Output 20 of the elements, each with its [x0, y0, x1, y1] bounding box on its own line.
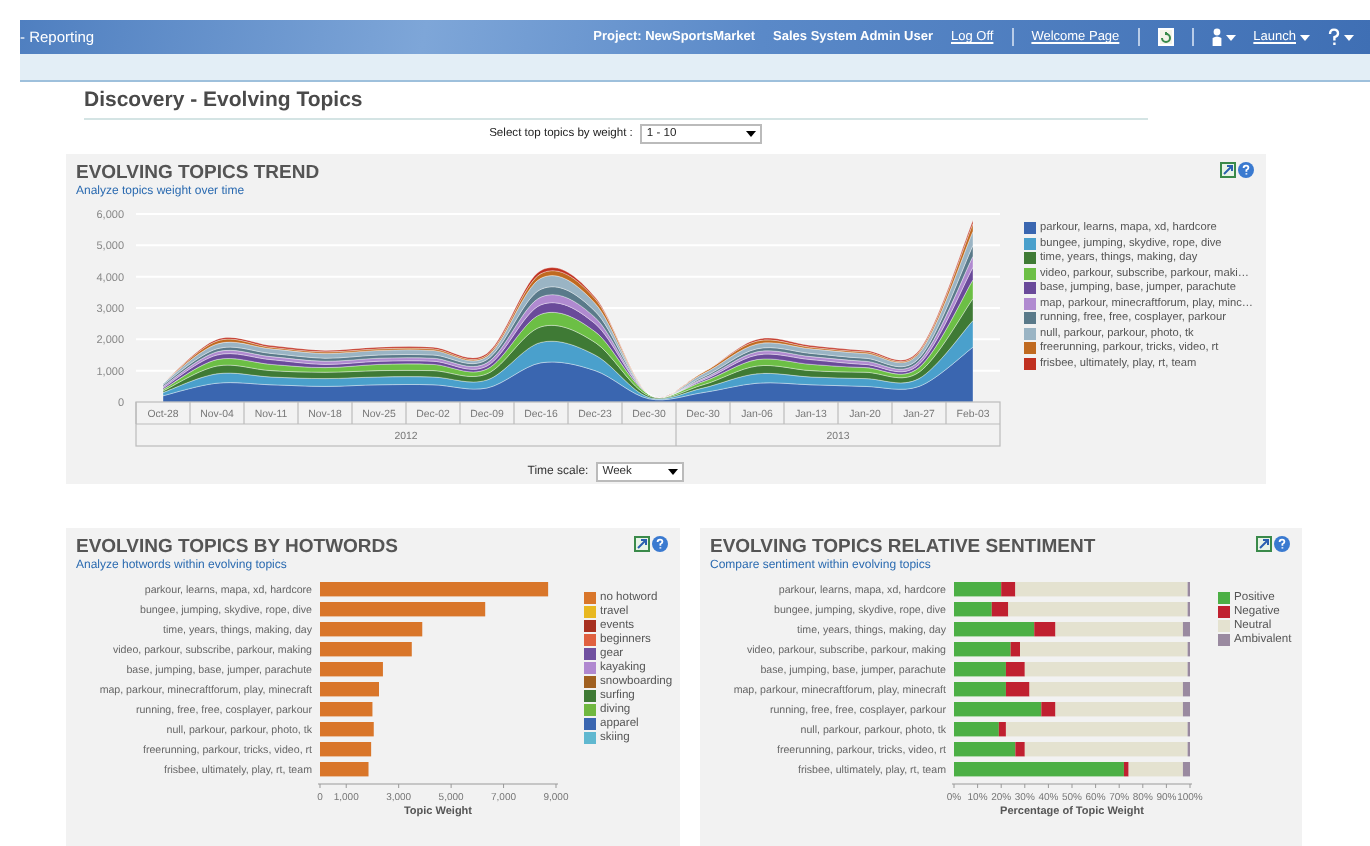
user-menu-button[interactable]	[1211, 28, 1236, 46]
panel-title: EVOLVING TOPICS TREND	[76, 162, 320, 184]
export-icon[interactable]	[1255, 536, 1272, 552]
person-icon	[1211, 28, 1222, 46]
help-icon[interactable]	[1273, 536, 1290, 552]
help-menu-button[interactable]	[1328, 28, 1354, 46]
help-icon	[1328, 28, 1340, 46]
help-icon[interactable]	[1238, 162, 1254, 178]
caret-icon	[1300, 33, 1310, 41]
caret-icon	[1344, 33, 1354, 41]
caret-icon	[668, 468, 679, 476]
caret-icon	[1225, 33, 1236, 41]
help-icon[interactable]	[652, 536, 668, 552]
caret-icon	[746, 130, 757, 138]
panel-title: EVOLVING TOPICS RELATIVE SENTIMENT	[710, 536, 1096, 558]
export-icon[interactable]	[634, 536, 650, 552]
export-icon[interactable]	[1220, 162, 1236, 178]
page-title: Discovery - Evolving Topics	[84, 88, 1148, 120]
refresh-icon[interactable]	[1157, 28, 1174, 46]
panel-title: EVOLVING TOPICS BY HOTWORDS	[76, 536, 398, 558]
